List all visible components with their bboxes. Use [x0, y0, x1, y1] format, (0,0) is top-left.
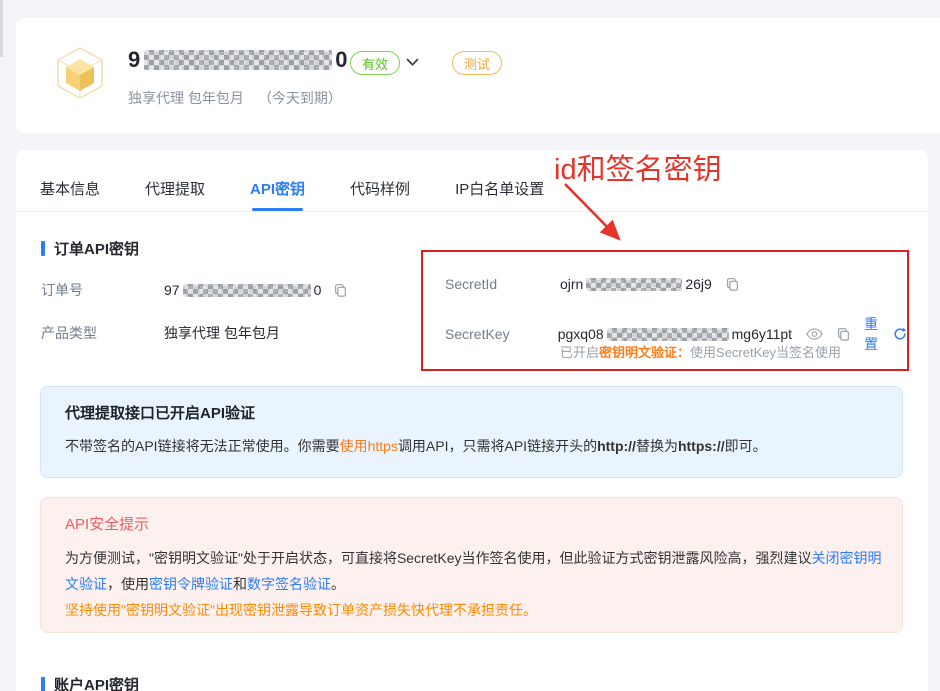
secret-id-label: SecretId [445, 276, 560, 292]
plaintext-verification-note: 已开启 密钥明文验证： 使用SecretKey当签名使用 [560, 342, 841, 361]
redacted-product-id [144, 50, 332, 70]
text-segment: 。 [331, 576, 345, 592]
tab-ip-whitelist[interactable]: IP白名单设置 [455, 178, 544, 211]
test-badge: 测试 [452, 51, 502, 75]
status-badge: 有效 [350, 51, 400, 75]
copy-icon[interactable] [333, 283, 348, 298]
redacted-secret-id [586, 278, 682, 291]
product-cube-icon [54, 45, 106, 103]
text-segment: 调用API，只需将API链接开头的 [398, 438, 597, 454]
inline-link[interactable]: 数字签名验证 [247, 576, 331, 592]
expiry-note: （今天到期） [258, 90, 342, 106]
product-subtitle: 独享代理 包年包月（今天到期） [128, 88, 342, 108]
page: 90 有效 测试 独享代理 包年包月（今天到期） 基本信息 代理提取 API密钥… [0, 0, 940, 691]
text-segment: 替换为 [636, 438, 678, 454]
secret-id-value: ojrn26j9 [560, 276, 740, 292]
api-verification-info-box: 代理提取接口已开启API验证 不带签名的API链接将无法正常使用。你需要使用ht… [40, 386, 903, 478]
text-segment: 即可。 [725, 438, 767, 454]
section-accent-bar [41, 677, 45, 691]
order-number-label: 订单号 [41, 280, 164, 300]
inline-link[interactable]: 密钥令牌验证 [149, 576, 233, 592]
info-box-title: 代理提取接口已开启API验证 [65, 402, 878, 423]
text-segment: 使用SecretKey当签名使用 [690, 342, 841, 361]
text-segment: 密钥明文验证： [599, 342, 690, 361]
redacted-order-number [183, 284, 311, 297]
tab-bar: 基本信息 代理提取 API密钥 代码样例 IP白名单设置 [16, 150, 928, 212]
tab-code-samples[interactable]: 代码样例 [350, 178, 410, 211]
product-type-value: 独享代理 包年包月 [164, 323, 280, 343]
tab-proxy-extract[interactable]: 代理提取 [145, 178, 205, 211]
redacted-secret-key [607, 328, 729, 341]
order-number-row: 订单号 970 [41, 280, 348, 300]
tab-basic-info[interactable]: 基本信息 [40, 178, 100, 211]
eye-icon[interactable] [806, 328, 823, 340]
text-segment: ，使用 [107, 576, 149, 592]
refresh-icon [893, 327, 907, 341]
section-accent-bar [41, 241, 45, 256]
copy-icon[interactable] [725, 277, 740, 292]
warning-box-title: API安全提示 [65, 513, 878, 534]
secret-highlight-box: SecretId ojrn26j9 SecretKey pgxq08mg6y11… [421, 250, 909, 371]
text-segment: 和 [233, 576, 247, 592]
info-box-body: 不带签名的API链接将无法正常使用。你需要使用https调用API，只需将API… [65, 435, 878, 457]
annotation-arrow [548, 176, 648, 258]
tab-api-key[interactable]: API密钥 [250, 178, 305, 211]
api-settings-card: 基本信息 代理提取 API密钥 代码样例 IP白名单设置 订单API密钥 订单号… [16, 150, 928, 691]
inline-link[interactable]: 使用https [340, 438, 398, 454]
warning-disclaimer: 坚持使用"密钥明文验证"出现密钥泄露导致订单资产损失快代理不承担责任。 [65, 597, 878, 623]
product-header-card: 90 有效 测试 独享代理 包年包月（今天到期） [16, 18, 940, 133]
product-type-row: 产品类型 独享代理 包年包月 [41, 323, 280, 343]
product-type-label: 产品类型 [41, 323, 164, 343]
copy-icon[interactable] [836, 327, 851, 342]
product-id: 90 [128, 47, 349, 73]
secret-key-label: SecretKey [445, 326, 558, 342]
text-segment: http:// [597, 438, 636, 454]
warning-box-body: 为方便测试，"密钥明文验证"处于开启状态，可直接将SecretKey当作签名使用… [65, 545, 883, 597]
text-segment: 为方便测试，"密钥明文验证"处于开启状态，可直接将SecretKey当作签名使用… [65, 550, 812, 566]
order-api-key-section-title: 订单API密钥 [41, 238, 139, 259]
left-edge-sliver [0, 0, 3, 57]
text-segment: 已开启 [560, 342, 599, 361]
secret-key-value: pgxq08mg6y11pt [558, 326, 792, 342]
api-security-warning-box: API安全提示 为方便测试，"密钥明文验证"处于开启状态，可直接将SecretK… [40, 497, 903, 633]
order-number-value: 970 [164, 282, 348, 298]
account-api-key-section-title: 账户API密钥 [41, 674, 139, 691]
secret-id-row: SecretId ojrn26j9 [445, 276, 740, 292]
chevron-down-icon[interactable] [406, 58, 419, 67]
reset-secret-key-button[interactable]: 重置 [864, 314, 907, 354]
text-segment: https:// [678, 438, 725, 454]
text-segment: 不带签名的API链接将无法正常使用。你需要 [65, 438, 340, 454]
